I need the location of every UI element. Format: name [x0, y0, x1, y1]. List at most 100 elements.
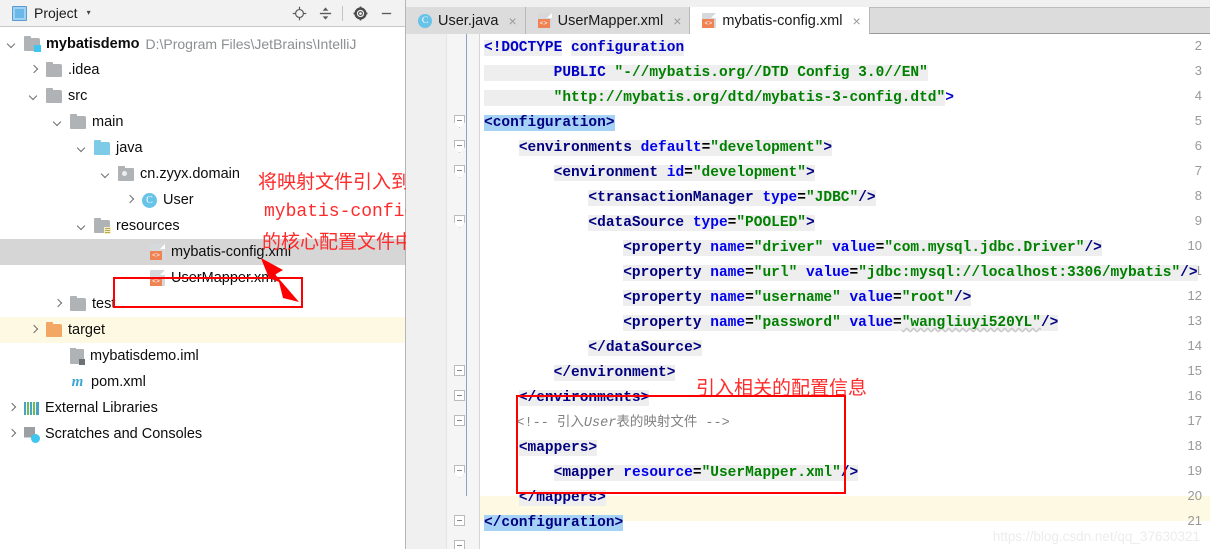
line-number: 21 — [1187, 513, 1202, 528]
annotation-tree-line1: 将映射文件引入到 — [258, 172, 411, 193]
fold-marker[interactable] — [454, 465, 465, 478]
tree-item-label: Scratches and Consoles — [45, 426, 203, 442]
tree-item-mybatisdemo-iml[interactable]: mybatisdemo.iml — [0, 343, 405, 369]
code-line-21: </configuration> — [484, 515, 624, 531]
folder-icon — [46, 87, 62, 103]
iml-file-icon — [70, 347, 85, 365]
tree-item-label: mybatisdemo — [46, 36, 140, 52]
tree-item-label: target — [68, 322, 106, 338]
tab-label: UserMapper.xml — [557, 12, 664, 29]
chevron-down-icon[interactable] — [76, 142, 89, 155]
line-number: 15 — [1187, 363, 1202, 378]
chevron-right-icon[interactable] — [28, 64, 41, 77]
code-line-5: <configuration> — [484, 115, 615, 131]
line-number: 2 — [1194, 38, 1202, 53]
scratches-icon — [24, 427, 40, 443]
toolbar-divider — [342, 6, 343, 21]
chevron-down-icon[interactable]: ▾ — [87, 9, 91, 17]
editor-area: C User.java × <> UserMapper.xml × <> myb… — [406, 0, 1210, 549]
editor-tabbar: C User.java × <> UserMapper.xml × <> myb… — [406, 0, 1210, 34]
fold-marker[interactable] — [454, 140, 465, 153]
tree-item-external-libraries[interactable]: External Libraries — [0, 395, 405, 421]
chevron-down-icon[interactable] — [52, 116, 65, 129]
line-number: 13 — [1187, 313, 1202, 328]
watermark: https://blog.csdn.net/qq_37630321 — [992, 529, 1200, 544]
chevron-right-icon[interactable] — [6, 402, 19, 415]
maven-pom-icon: m — [71, 373, 84, 390]
code-line-11: <property name="url" value="jdbc:mysql:/… — [623, 265, 1198, 281]
chevron-right-icon[interactable] — [28, 324, 41, 337]
folder-icon — [70, 113, 86, 129]
tree-item-scratches-and-consoles[interactable]: Scratches and Consoles — [0, 421, 405, 447]
chevron-down-icon[interactable] — [76, 220, 89, 233]
code-line-6: <environments default="development"> — [518, 140, 833, 156]
settings-gear-icon[interactable] — [347, 1, 373, 27]
code-line-8: <transactionManager type="JDBC"/> — [588, 190, 876, 206]
tree-item-mybatisdemo[interactable]: mybatisdemo D:\Program Files\JetBrains\I… — [0, 31, 405, 57]
tree-item-label: resources — [116, 218, 180, 234]
code-line-3: PUBLIC "-//mybatis.org//DTD Config 3.0//… — [484, 61, 928, 86]
tree-item-label: main — [92, 114, 124, 130]
tree-item-label: cn.zyyx.domain — [140, 166, 240, 182]
fold-marker[interactable] — [454, 365, 465, 376]
code-editor[interactable]: 2 3 4 5 6 7 8 9 10 11 12 13 14 15 16 17 … — [406, 34, 1210, 549]
project-panel-title: Project — [34, 5, 78, 21]
chevron-down-icon[interactable] — [100, 168, 113, 181]
line-number: 9 — [1194, 213, 1202, 228]
close-icon[interactable]: × — [508, 14, 516, 28]
fold-marker[interactable] — [454, 540, 465, 549]
line-number-gutter — [406, 34, 446, 549]
hide-panel-icon[interactable] — [373, 1, 399, 27]
fold-marker[interactable] — [454, 215, 465, 228]
line-number: 12 — [1187, 288, 1202, 303]
chevron-down-icon[interactable] — [6, 38, 19, 51]
tree-item-path: D:\Program Files\JetBrains\IntelliJ — [145, 36, 357, 52]
chevron-right-icon[interactable] — [124, 194, 137, 207]
folder-icon — [46, 61, 62, 77]
tree-item-java[interactable]: java — [0, 135, 405, 161]
tab-usermapper-xml[interactable]: <> UserMapper.xml × — [525, 7, 691, 34]
collapse-all-icon[interactable] — [312, 1, 338, 27]
line-number: 5 — [1194, 113, 1202, 128]
annotation-arrow-icon — [261, 258, 299, 302]
close-icon[interactable]: × — [673, 14, 681, 28]
xml-file-icon: <> — [150, 244, 165, 260]
tree-item-pom-xml[interactable]: m pom.xml — [0, 369, 405, 395]
fold-marker[interactable] — [454, 115, 465, 128]
tab-user-java[interactable]: C User.java × — [406, 7, 526, 34]
code-line-13: <property name="password" value="wangliu… — [623, 315, 1059, 331]
tree-item-src[interactable]: src — [0, 83, 405, 109]
line-number: 4 — [1194, 88, 1202, 103]
fold-marker[interactable] — [454, 165, 465, 178]
xml-file-icon: <> — [537, 13, 552, 28]
tree-item-target[interactable]: target — [0, 317, 405, 343]
close-icon[interactable]: × — [852, 14, 860, 28]
code-line-14: </dataSource> — [588, 340, 702, 356]
chevron-right-icon[interactable] — [52, 298, 65, 311]
annotation-box-mappers — [516, 395, 846, 494]
tree-item-idea[interactable]: .idea — [0, 57, 405, 83]
line-number: 17 — [1187, 413, 1202, 428]
line-number: 14 — [1187, 338, 1202, 353]
tab-label: User.java — [438, 12, 499, 29]
tree-item-main[interactable]: main — [0, 109, 405, 135]
sources-folder-icon — [94, 139, 110, 155]
fold-marker[interactable] — [454, 515, 465, 526]
line-number: 6 — [1194, 138, 1202, 153]
tree-item-label: src — [68, 88, 88, 104]
code-line-7: <environment id="development"> — [553, 165, 815, 181]
tree-item-label: java — [116, 140, 143, 156]
tree-item-label: mybatisdemo.iml — [90, 348, 199, 364]
module-folder-icon — [24, 35, 41, 52]
tab-mybatis-config-xml[interactable]: <> mybatis-config.xml × — [690, 7, 870, 34]
chevron-down-icon[interactable] — [28, 90, 41, 103]
fold-marker[interactable] — [454, 415, 465, 426]
fold-marker[interactable] — [454, 390, 465, 401]
project-header-toolbar — [286, 0, 399, 27]
java-class-icon: C — [418, 13, 432, 28]
locate-icon[interactable] — [286, 1, 312, 27]
chevron-right-icon[interactable] — [6, 428, 19, 441]
tree-item-label: .idea — [68, 62, 100, 78]
xml-file-icon: <> — [702, 13, 717, 28]
